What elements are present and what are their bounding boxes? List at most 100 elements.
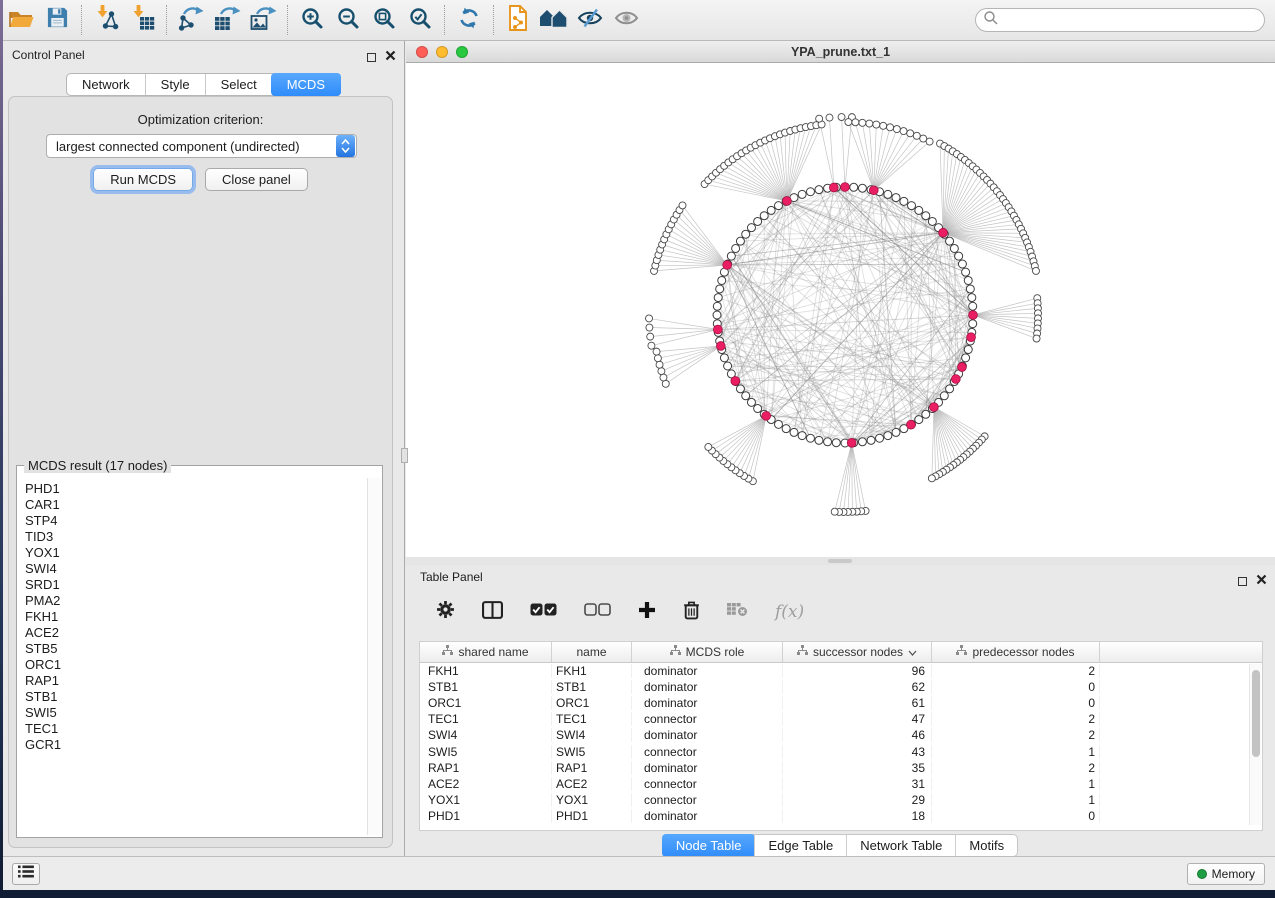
leaf-node[interactable]: [838, 114, 845, 121]
table-row[interactable]: STB1STB1dominator620: [420, 679, 1262, 695]
tab-network[interactable]: Network: [67, 74, 145, 95]
mcds-result-item[interactable]: STB1: [25, 689, 366, 705]
network-node[interactable]: [928, 217, 936, 225]
leaf-node[interactable]: [1033, 335, 1040, 342]
mcds-result-item[interactable]: TEC1: [25, 721, 366, 737]
leaf-node[interactable]: [831, 508, 838, 515]
network-node[interactable]: [774, 202, 782, 210]
export-table-button[interactable]: [209, 3, 245, 37]
table-row[interactable]: ORC1ORC1dominator610: [420, 695, 1262, 711]
tab-select[interactable]: Select: [205, 74, 272, 95]
column-header-name[interactable]: name: [552, 642, 632, 662]
network-node[interactable]: [727, 252, 735, 260]
import-table-button[interactable]: [124, 3, 160, 37]
network-node[interactable]: [964, 346, 972, 354]
network-node[interactable]: [968, 294, 976, 302]
network-node[interactable]: [858, 438, 866, 446]
table-row[interactable]: SWI4SWI4dominator462: [420, 727, 1262, 743]
leaf-node[interactable]: [928, 475, 935, 482]
network-window-titlebar[interactable]: YPA_prune.txt_1: [406, 41, 1275, 63]
network-node[interactable]: [747, 398, 755, 406]
mcds-hub-node[interactable]: [930, 403, 939, 412]
network-node[interactable]: [742, 230, 750, 238]
save-session-button[interactable]: [39, 3, 75, 37]
table-scrollbar-thumb[interactable]: [1252, 670, 1260, 757]
table-row[interactable]: SWI5SWI5connector431: [420, 743, 1262, 759]
network-node[interactable]: [798, 432, 806, 440]
leaf-node[interactable]: [852, 119, 859, 126]
table-row[interactable]: ACE2ACE2connector311: [420, 776, 1262, 792]
select-all-columns-icon[interactable]: [530, 603, 557, 622]
table-row[interactable]: RAP1RAP1dominator352: [420, 760, 1262, 776]
network-node[interactable]: [824, 438, 832, 446]
network-node[interactable]: [815, 436, 823, 444]
mcds-result-item[interactable]: SRD1: [25, 577, 366, 593]
network-node[interactable]: [858, 184, 866, 192]
export-image-button[interactable]: [245, 3, 281, 37]
tab-mcds[interactable]: MCDS: [271, 73, 341, 96]
network-node[interactable]: [922, 410, 930, 418]
network-node[interactable]: [915, 416, 923, 424]
memory-button[interactable]: Memory: [1187, 863, 1265, 885]
leaf-node[interactable]: [647, 333, 654, 340]
network-node[interactable]: [718, 276, 726, 284]
leaf-node[interactable]: [658, 368, 665, 375]
leaf-node[interactable]: [646, 324, 653, 331]
mcds-result-item[interactable]: STB5: [25, 641, 366, 657]
network-node[interactable]: [884, 190, 892, 198]
unselect-all-columns-icon[interactable]: [584, 603, 611, 622]
mcds-result-item[interactable]: PMA2: [25, 593, 366, 609]
table-row[interactable]: PHD1PHD1dominator180: [420, 808, 1262, 824]
mcds-hub-node[interactable]: [969, 311, 978, 320]
search-box[interactable]: [975, 8, 1265, 32]
mcds-hub-node[interactable]: [939, 228, 948, 237]
mcds-result-item[interactable]: TID3: [25, 529, 366, 545]
leaf-node[interactable]: [907, 130, 914, 137]
criterion-select[interactable]: largest connected component (undirected): [46, 134, 357, 158]
table-options-gear-icon[interactable]: [436, 600, 455, 624]
network-node[interactable]: [966, 285, 974, 293]
network-node[interactable]: [922, 212, 930, 220]
table-row[interactable]: TEC1TEC1connector472: [420, 711, 1262, 727]
network-node[interactable]: [915, 206, 923, 214]
mcds-result-item[interactable]: GCR1: [25, 737, 366, 753]
network-node[interactable]: [736, 237, 744, 245]
mcds-hub-node[interactable]: [829, 183, 838, 192]
leaf-node[interactable]: [705, 443, 712, 450]
refresh-button[interactable]: [451, 3, 487, 37]
mcds-hub-node[interactable]: [762, 411, 771, 420]
network-node[interactable]: [832, 439, 840, 447]
leaf-node[interactable]: [926, 138, 933, 145]
mcds-result-item[interactable]: STP4: [25, 513, 366, 529]
mcds-list-scrollbar[interactable]: [367, 478, 381, 835]
network-node[interactable]: [850, 183, 858, 191]
panel-divider[interactable]: [405, 557, 1275, 565]
network-view-canvas[interactable]: [406, 63, 1275, 557]
network-node[interactable]: [908, 202, 916, 210]
mcds-hub-node[interactable]: [967, 333, 976, 342]
leaf-node[interactable]: [900, 128, 907, 135]
divider-grip[interactable]: [828, 559, 852, 563]
network-node[interactable]: [790, 428, 798, 436]
network-node[interactable]: [955, 252, 963, 260]
network-node[interactable]: [774, 420, 782, 428]
network-node[interactable]: [736, 385, 744, 393]
mcds-hub-node[interactable]: [782, 197, 791, 206]
network-node[interactable]: [958, 260, 966, 268]
mcds-hub-node[interactable]: [716, 342, 725, 351]
mcds-result-item[interactable]: PHD1: [25, 481, 366, 497]
mcds-hub-node[interactable]: [951, 375, 960, 384]
delete-column-trash-icon[interactable]: [683, 600, 700, 625]
network-node[interactable]: [754, 405, 762, 413]
mcds-result-item[interactable]: ACE2: [25, 625, 366, 641]
float-table-panel-icon[interactable]: [1238, 577, 1247, 586]
network-node[interactable]: [742, 392, 750, 400]
leaf-node[interactable]: [646, 315, 653, 322]
network-node[interactable]: [724, 362, 732, 370]
network-node[interactable]: [760, 212, 768, 220]
tab-node-table[interactable]: Node Table: [662, 834, 756, 857]
network-node[interactable]: [969, 320, 977, 328]
mcds-result-list[interactable]: PHD1CAR1STP4TID3YOX1SWI4SRD1PMA2FKH1ACE2…: [18, 478, 366, 835]
leaf-node[interactable]: [654, 355, 661, 362]
show-columns-icon[interactable]: [482, 601, 503, 624]
